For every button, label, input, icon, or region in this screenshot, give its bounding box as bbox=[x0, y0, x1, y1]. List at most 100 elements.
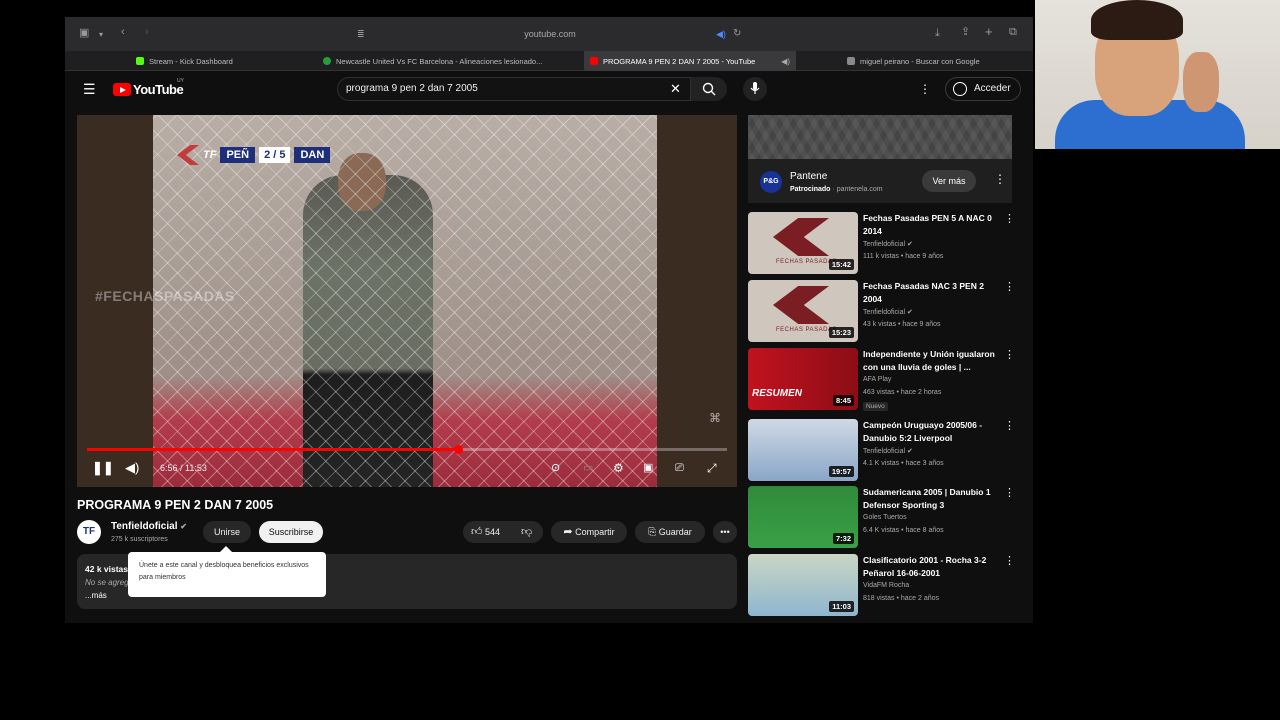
verified-icon: ✔ bbox=[906, 448, 913, 455]
volume-icon[interactable]: ◀) bbox=[125, 461, 139, 475]
miniplayer-icon[interactable]: ▣ bbox=[643, 461, 653, 475]
recommendation-menu-icon[interactable]: ⋮ bbox=[1004, 419, 1015, 432]
channel-name-text: Tenfieldoficial bbox=[111, 521, 178, 532]
autoplay-toggle-icon[interactable]: ⊙ bbox=[551, 461, 560, 475]
recommendation-item[interactable]: 7:32 Sudamericana 2005 | Danubio 1 Defens… bbox=[748, 486, 1028, 548]
clear-search-icon[interactable]: ✕ bbox=[670, 78, 681, 100]
download-icon[interactable]: ⤓ bbox=[935, 28, 940, 39]
ad-banner-image[interactable] bbox=[748, 115, 1012, 159]
dislike-button[interactable]: 👎︎ bbox=[521, 521, 532, 543]
video-player[interactable]: TF PEÑ 2 / 5 DAN #FECHASPASADAS ⌘ ❚❚ ◀) … bbox=[77, 115, 737, 487]
recommendation-channel[interactable]: AFA Play bbox=[863, 376, 891, 383]
recommendation-item[interactable]: RESUMEN 8:45 Independiente y Unión igualar… bbox=[748, 348, 1028, 411]
recommendation-item[interactable]: FECHAS PASADAS 15:23 Fechas Pasadas NAC 3 … bbox=[748, 280, 1028, 342]
recommendation-menu-icon[interactable]: ⋮ bbox=[1004, 486, 1015, 499]
airplay-icon[interactable]: ⎚ bbox=[675, 461, 684, 475]
duration: 11:53 bbox=[185, 463, 207, 473]
recommendation-item[interactable]: 11:03 Clasificatorio 2001 - Rocha 3-2 Peñ… bbox=[748, 554, 1028, 616]
settings-icon[interactable]: ⚙ bbox=[613, 461, 624, 475]
forward-icon[interactable]: › bbox=[145, 27, 149, 38]
recommendation-menu-icon[interactable]: ⋮ bbox=[1004, 280, 1015, 293]
recommendation-item[interactable]: 19:57 Campeón Uruguayo 2005/06 - Danubio … bbox=[748, 419, 1028, 481]
sidebar-toggle-icon[interactable]: ▣ bbox=[79, 28, 89, 39]
recommendation-title[interactable]: Independiente y Unión igualaron con una … bbox=[863, 348, 1003, 374]
recommendation-thumbnail[interactable]: 7:32 bbox=[748, 486, 858, 548]
recommendation-title[interactable]: Clasificatorio 2001 - Rocha 3-2 Peñarol … bbox=[863, 554, 1003, 580]
youtube-logo-icon[interactable] bbox=[113, 83, 131, 96]
tab-youtube[interactable]: PROGRAMA 9 PEN 2 DAN 7 2005 - YouTube ◀) bbox=[584, 51, 796, 71]
like-button[interactable]: 👍︎ 544 bbox=[471, 526, 500, 538]
search-input[interactable]: programa 9 pen 2 dan 7 2005 ✕ bbox=[337, 77, 691, 101]
more-options-icon[interactable]: ⋮ bbox=[919, 82, 931, 96]
mute-tab-icon[interactable]: ◀) bbox=[781, 57, 790, 66]
subscribe-button[interactable]: Suscribirse bbox=[259, 521, 323, 543]
recommendation-title[interactable]: Fechas Pasadas PEN 5 A NAC 0 2014 bbox=[863, 212, 1003, 238]
recommendation-item[interactable]: FECHAS PASADAS 15:42 Fechas Pasadas PEN 5 … bbox=[748, 212, 1028, 274]
recommendation-channel[interactable]: Tenfieldoficial ✔ bbox=[863, 308, 913, 316]
progress-bar[interactable] bbox=[87, 445, 727, 454]
more-actions-button[interactable]: ••• bbox=[713, 521, 737, 543]
join-tooltip: Únete a este canal y desbloquea benefici… bbox=[128, 546, 326, 597]
signin-button[interactable]: Acceder bbox=[945, 77, 1021, 101]
tab-google[interactable]: miguel peirano - Buscar con Google bbox=[841, 51, 1021, 71]
pause-icon[interactable]: ❚❚ bbox=[92, 461, 114, 475]
address-bar[interactable]: youtube.com bbox=[355, 26, 745, 42]
share-icon[interactable]: ⇪ bbox=[961, 27, 970, 38]
channel-text: VidaFM Rocha bbox=[863, 582, 910, 589]
recommendation-channel[interactable]: Tenfieldoficial ✔ bbox=[863, 447, 913, 455]
recommendation-title[interactable]: Sudamericana 2005 | Danubio 1 Defensor S… bbox=[863, 486, 1003, 512]
recommendation-thumbnail[interactable]: RESUMEN 8:45 bbox=[748, 348, 858, 410]
audio-playing-icon[interactable]: ◀) bbox=[716, 29, 726, 40]
channel-text: AFA Play bbox=[863, 376, 892, 383]
score-value: 2 / 5 bbox=[259, 147, 291, 163]
show-more-link[interactable]: ...más bbox=[85, 591, 107, 600]
channel-avatar[interactable]: TF bbox=[77, 520, 101, 544]
subtitles-icon[interactable]: ▭ bbox=[583, 461, 593, 475]
tab-overview-icon[interactable]: ⧉ bbox=[1009, 27, 1017, 38]
recommendation-menu-icon[interactable]: ⋮ bbox=[1004, 348, 1015, 361]
tab-newcastle[interactable]: Newcastle United Vs FC Barcelona - Aline… bbox=[317, 51, 543, 71]
view-count: 42 k vistas bbox=[85, 564, 129, 574]
browser-toolbar: ▣ ▾ ‹ › ≣ youtube.com ◀) ↻ ⤓ ⇪ + ⧉ bbox=[65, 17, 1033, 51]
search-button[interactable] bbox=[691, 77, 727, 101]
recommendation-menu-icon[interactable]: ⋮ bbox=[1004, 554, 1015, 567]
recommendation-title[interactable]: Campeón Uruguayo 2005/06 - Danubio 5:2 L… bbox=[863, 419, 1003, 445]
channel-text: Tenfieldoficial bbox=[863, 448, 906, 455]
youtube-icon bbox=[590, 57, 598, 65]
verified-icon: ✔ bbox=[906, 309, 913, 316]
voice-search-button[interactable] bbox=[743, 77, 767, 101]
duration-badge: 8:45 bbox=[832, 395, 854, 406]
recommendation-thumbnail[interactable]: FECHAS PASADAS 15:23 bbox=[748, 280, 858, 342]
channel-name[interactable]: Tenfieldoficial ✔ bbox=[111, 521, 187, 532]
new-tab-icon[interactable]: + bbox=[985, 25, 993, 38]
reload-icon[interactable]: ↻ bbox=[733, 28, 741, 39]
recommendation-thumbnail[interactable]: FECHAS PASADAS 15:42 bbox=[748, 212, 858, 274]
current-time: 6:56 bbox=[160, 463, 178, 473]
ad-sponsor-line: Patrocinado · pantenela.com bbox=[790, 186, 883, 193]
share-button[interactable]: ➦ Compartir bbox=[551, 521, 627, 543]
duration-badge: 15:42 bbox=[828, 259, 854, 270]
recommendation-channel[interactable]: Goles Tuertos bbox=[863, 514, 907, 521]
fullscreen-icon[interactable]: ⤢ bbox=[707, 461, 717, 475]
ad-card[interactable]: P&G Pantene Patrocinado · pantenela.com … bbox=[748, 159, 1012, 203]
menu-icon[interactable]: ☰ bbox=[83, 81, 96, 98]
save-button[interactable]: ⎘ Guardar bbox=[635, 521, 705, 543]
back-icon[interactable]: ‹ bbox=[121, 27, 125, 38]
ad-cta-button[interactable]: Ver más bbox=[922, 170, 976, 192]
ad-menu-icon[interactable]: ⋮ bbox=[994, 172, 1006, 186]
recommendation-channel[interactable]: VidaFM Rocha bbox=[863, 582, 909, 589]
recommendation-menu-icon[interactable]: ⋮ bbox=[1004, 212, 1015, 225]
google-icon bbox=[847, 57, 855, 65]
recommendation-meta: 818 vistas • hace 2 años bbox=[863, 595, 939, 602]
youtube-logo[interactable]: YouTube bbox=[133, 82, 184, 97]
join-button[interactable]: Unirse bbox=[203, 521, 251, 543]
site-icon bbox=[323, 57, 331, 65]
tab-kick[interactable]: Stream - Kick Dashboard bbox=[130, 51, 306, 71]
recommendation-title[interactable]: Fechas Pasadas NAC 3 PEN 2 2004 bbox=[863, 280, 1003, 306]
save-label: Guardar bbox=[658, 527, 692, 537]
recommendation-thumbnail[interactable]: 19:57 bbox=[748, 419, 858, 481]
tenfield-logo-icon bbox=[773, 218, 829, 256]
recommendation-thumbnail[interactable]: 11:03 bbox=[748, 554, 858, 616]
chevron-down-icon[interactable]: ▾ bbox=[99, 29, 103, 40]
recommendation-channel[interactable]: Tenfieldoficial ✔ bbox=[863, 240, 913, 248]
